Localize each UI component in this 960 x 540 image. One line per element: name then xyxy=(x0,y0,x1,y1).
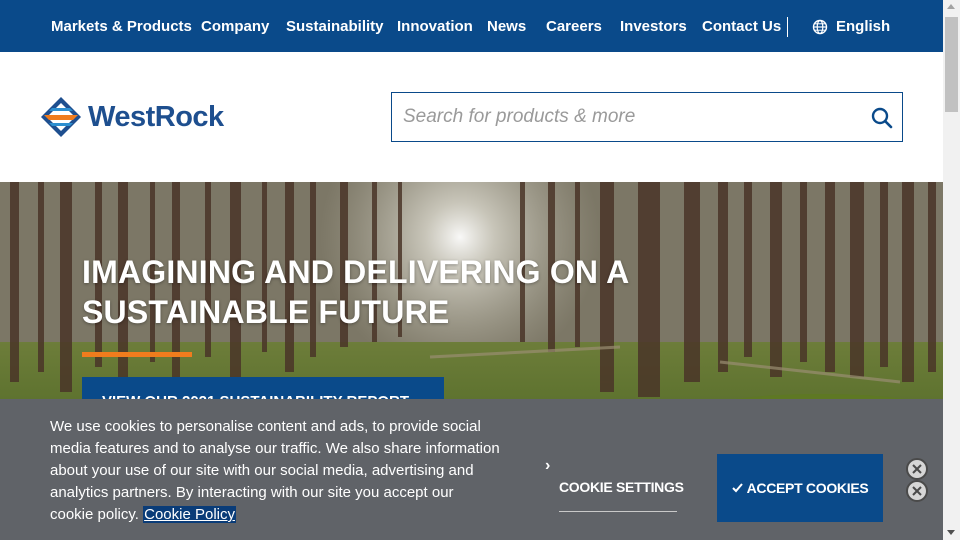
language-selector[interactable]: English xyxy=(812,18,890,35)
nav-item-company[interactable]: Company xyxy=(201,18,269,35)
nav-item-contact-us[interactable]: Contact Us xyxy=(702,18,781,35)
cookie-settings-button[interactable]: COOKIE SETTINGS xyxy=(559,479,684,512)
close-icon xyxy=(912,464,922,474)
nav-item-sustainability[interactable]: Sustainability xyxy=(286,18,384,35)
close-banner-button[interactable] xyxy=(906,458,928,480)
globe-icon xyxy=(812,19,828,34)
logo-mark-icon xyxy=(41,97,81,137)
westrock-logo[interactable]: WestRock xyxy=(40,96,224,138)
cookie-message-text: We use cookies to personalise content an… xyxy=(50,418,500,523)
nav-item-news[interactable]: News xyxy=(487,18,526,35)
hero-title: IMAGINING AND DELIVERING ON A SUSTAINABL… xyxy=(82,254,629,330)
scroll-down-arrow-icon[interactable] xyxy=(947,530,955,535)
checkmark-icon xyxy=(731,483,743,493)
nav-item-markets-products[interactable]: Markets & Products xyxy=(51,18,192,35)
close-banner-button-secondary[interactable] xyxy=(906,480,928,502)
nav-item-careers[interactable]: Careers xyxy=(546,18,602,35)
accept-cookies-label: ACCEPT COOKIES xyxy=(746,480,869,496)
search-input[interactable] xyxy=(403,103,853,131)
nav-item-investors[interactable]: Investors xyxy=(620,18,687,35)
site-header: WestRock xyxy=(0,52,943,182)
page-scrollbar[interactable] xyxy=(943,0,960,540)
search-icon xyxy=(871,107,893,129)
accept-cookies-button[interactable]: ACCEPT COOKIES xyxy=(717,454,883,522)
nav-item-innovation[interactable]: Innovation xyxy=(397,18,473,35)
logo-text: WestRock xyxy=(88,100,224,133)
scroll-thumb[interactable] xyxy=(945,17,958,112)
chevron-right-icon: › xyxy=(545,457,551,474)
search-box xyxy=(391,92,903,142)
nav-divider xyxy=(787,17,788,37)
cookie-message: We use cookies to personalise content an… xyxy=(50,416,500,526)
search-button[interactable] xyxy=(870,106,894,130)
hero-accent-bar xyxy=(82,352,192,357)
cookie-policy-link[interactable]: Cookie Policy xyxy=(143,506,236,523)
language-label: English xyxy=(836,18,891,35)
top-navigation: Markets & Products Company Sustainabilit… xyxy=(0,0,943,52)
cookie-banner: We use cookies to personalise content an… xyxy=(0,399,943,540)
scroll-up-arrow-icon[interactable] xyxy=(947,4,955,9)
close-icon xyxy=(912,486,922,496)
